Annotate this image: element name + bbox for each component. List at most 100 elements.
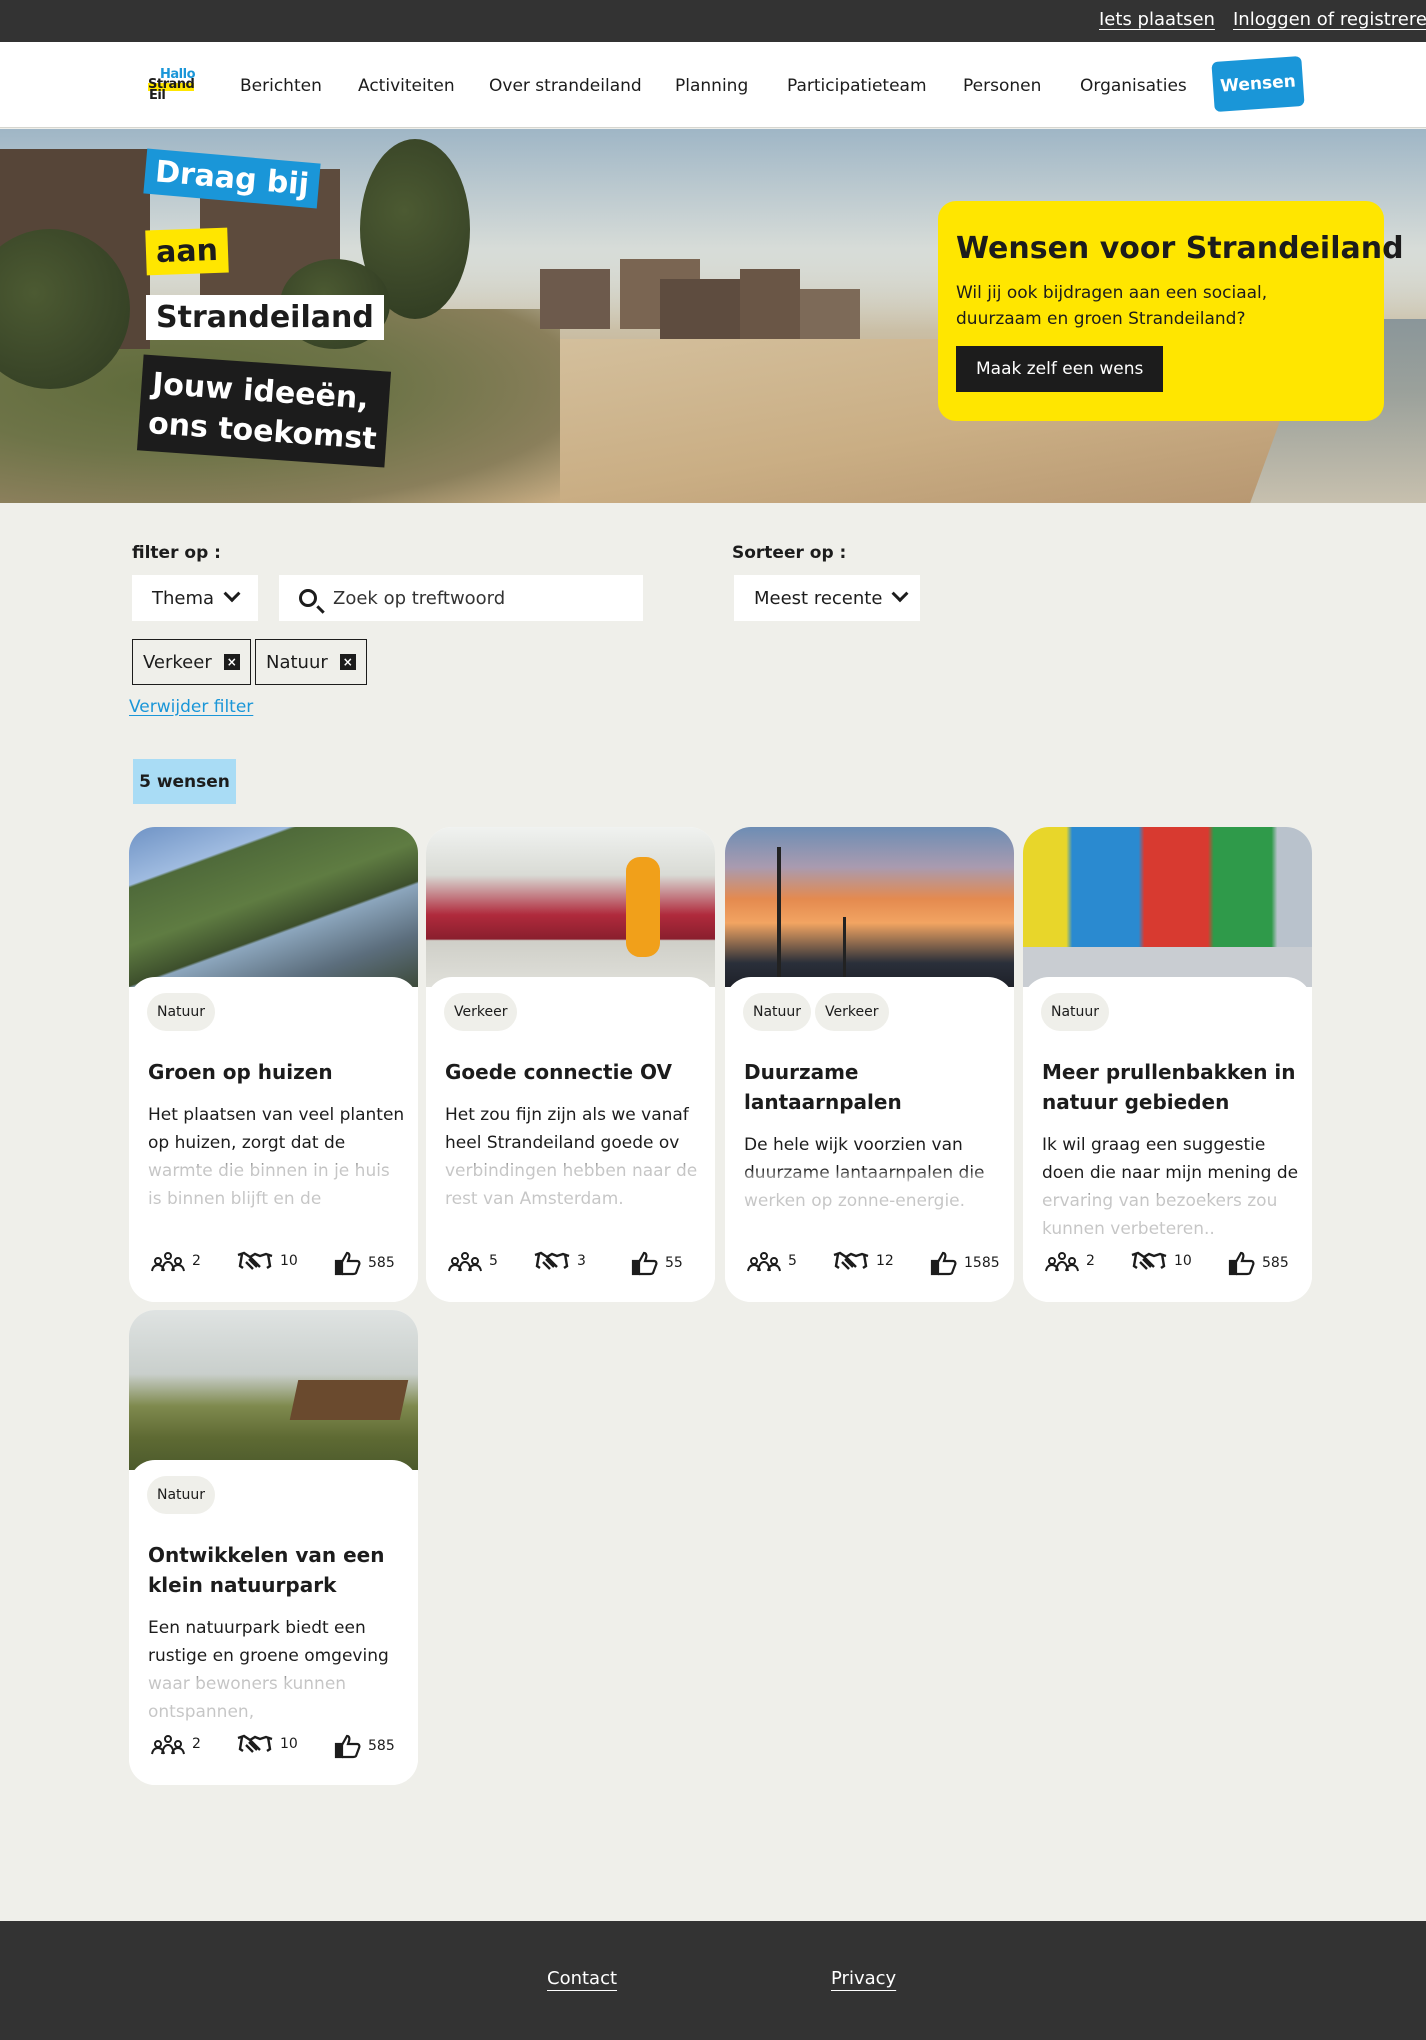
category-tag: Verkeer	[444, 993, 518, 1031]
filter-label: filter op :	[132, 543, 221, 563]
card-body: Verkeer Goede connectie OV Het zou fijn …	[426, 977, 715, 1302]
post-link[interactable]: Iets plaatsen	[1099, 9, 1215, 30]
nav-over-strandeiland[interactable]: Over strandeiland	[489, 76, 642, 96]
park-bench	[289, 1380, 409, 1420]
handshake-icon	[534, 1251, 570, 1270]
main-nav: Hallo Strand Eil Berichten Activiteiten …	[0, 42, 1426, 128]
partners-count: 10	[280, 1253, 298, 1269]
nav-organisaties[interactable]: Organisaties	[1080, 76, 1187, 96]
handshake-icon	[237, 1734, 273, 1753]
hero-building	[660, 279, 740, 339]
theme-dropdown[interactable]: Thema	[132, 575, 258, 621]
search-input[interactable]: Zoek op treftwoord	[279, 575, 643, 621]
wish-card[interactable]: Natuur Groen op huizen Het plaatsen van …	[129, 827, 418, 1302]
make-wish-button[interactable]: Maak zelf een wens	[956, 346, 1164, 392]
card-body: Natuur Ontwikkelen van een klein natuurp…	[129, 1460, 418, 1785]
card-title: Groen op huizen	[148, 1060, 333, 1084]
partners-stat: 10	[236, 1733, 298, 1755]
partners-stat: 3	[533, 1250, 586, 1272]
likes-stat[interactable]: 55	[631, 1250, 683, 1276]
people-icon	[1045, 1252, 1079, 1272]
category-row: Natuur	[147, 1476, 216, 1514]
privacy-link[interactable]: Privacy	[831, 1968, 896, 1989]
nav-participatieteam[interactable]: Participatieteam	[787, 76, 927, 96]
sort-label: Sorteer op :	[732, 543, 847, 563]
thumbs-up-icon	[631, 1251, 658, 1276]
card-text: Ik wil graag een suggestie doen die naar…	[1042, 1135, 1299, 1239]
people-icon	[151, 1252, 185, 1272]
category-tag: Verkeer	[815, 993, 889, 1031]
nav-personen[interactable]: Personen	[963, 76, 1041, 96]
card-title: Duurzame lantaarnpalen	[744, 1060, 902, 1114]
hero-wish-card: Wensen voor Strandeiland Wil jij ook bij…	[938, 201, 1404, 421]
reset-filter-link[interactable]: Verwijder filter	[129, 697, 253, 717]
nav-berichten[interactable]: Berichten	[240, 76, 322, 96]
close-icon[interactable]: ×	[339, 654, 356, 670]
lamp-post	[843, 917, 846, 977]
filter-chip-natuur[interactable]: Natuur ×	[255, 639, 367, 685]
nav-wensen-active[interactable]: Wensen	[1211, 55, 1305, 113]
likes-stat[interactable]: 1585	[930, 1250, 1000, 1276]
category-tag: Natuur	[147, 993, 216, 1031]
card-text: De hele wijk voorzien van duurzame lanta…	[744, 1135, 985, 1211]
site-logo[interactable]: Hallo Strand Eil	[147, 66, 201, 104]
nav-activiteiten[interactable]: Activiteiten	[358, 76, 455, 96]
category-row: Verkeer	[444, 993, 518, 1031]
search-icon	[299, 589, 317, 607]
filter-chip-verkeer[interactable]: Verkeer ×	[132, 639, 251, 685]
card-body: Natuur Verkeer Duurzame lantaarnpalen De…	[725, 977, 1014, 1302]
wish-card[interactable]: Natuur Verkeer Duurzame lantaarnpalen De…	[725, 827, 1014, 1302]
participants-count: 5	[489, 1253, 498, 1269]
participants-stat: 2	[150, 1733, 201, 1755]
search-placeholder: Zoek op treftwoord	[333, 587, 506, 609]
contact-link[interactable]: Contact	[547, 1968, 617, 1989]
card-body: Natuur Meer prullenbakken in natuur gebi…	[1023, 977, 1312, 1302]
likes-stat[interactable]: 585	[334, 1250, 395, 1276]
hero-text: Wil jij ook bijdragen aan een sociaal, d…	[956, 283, 1268, 329]
hero-tag-3: Strandeiland	[146, 295, 384, 340]
partners-count: 10	[280, 1736, 298, 1752]
category-tag: Natuur	[1041, 993, 1110, 1031]
card-text: Het zou fijn zijn als we vanaf heel Stra…	[445, 1105, 698, 1209]
hero-banner: Draag bij aan Strandeiland Jouw ideeën, …	[0, 129, 1426, 503]
hero-title: Wensen voor Strandeiland	[956, 231, 1404, 266]
nav-planning[interactable]: Planning	[675, 76, 748, 96]
chevron-down-icon	[223, 585, 241, 603]
wish-card[interactable]: Verkeer Goede connectie OV Het zou fijn …	[426, 827, 715, 1302]
thumbs-up-icon	[334, 1734, 361, 1759]
close-icon[interactable]: ×	[223, 654, 240, 670]
wish-card[interactable]: Natuur Ontwikkelen van een klein natuurp…	[129, 1310, 418, 1785]
hero-building	[740, 269, 800, 339]
card-title: Ontwikkelen van een klein natuurpark	[148, 1543, 385, 1597]
top-bar: Iets plaatsen Inloggen of registreren	[0, 0, 1426, 42]
theme-dropdown-label: Thema	[152, 587, 215, 609]
footer: Contact Privacy	[0, 1921, 1426, 2040]
card-stats: 2 10 585	[150, 1250, 400, 1278]
sort-dropdown[interactable]: Meest recente	[734, 575, 920, 621]
likes-count: 585	[368, 1738, 395, 1754]
card-text: Het plaatsen van veel planten op huizen,…	[148, 1105, 405, 1209]
participants-count: 2	[1086, 1253, 1095, 1269]
people-icon	[151, 1735, 185, 1755]
wish-card[interactable]: Natuur Meer prullenbakken in natuur gebi…	[1023, 827, 1312, 1302]
category-row: Natuur	[147, 993, 216, 1031]
likes-stat[interactable]: 585	[334, 1733, 395, 1759]
participants-count: 2	[192, 1736, 201, 1752]
hero-tag-2: aan	[145, 227, 229, 276]
handshake-icon	[237, 1251, 273, 1270]
partners-stat: 12	[832, 1250, 894, 1272]
login-link[interactable]: Inloggen of registreren	[1233, 9, 1426, 30]
lamp-post	[777, 847, 781, 977]
participants-count: 5	[788, 1253, 797, 1269]
likes-stat[interactable]: 585	[1228, 1250, 1289, 1276]
people-icon	[448, 1252, 482, 1272]
category-row: Natuur	[1041, 993, 1110, 1031]
likes-count: 1585	[964, 1255, 1000, 1271]
card-title: Goede connectie OV	[445, 1060, 672, 1084]
card-image-train-platform	[426, 827, 715, 987]
partners-stat: 10	[236, 1250, 298, 1272]
card-title: Meer prullenbakken in natuur gebieden	[1042, 1060, 1296, 1114]
likes-count: 585	[1262, 1255, 1289, 1271]
card-stats: 2 10 585	[1044, 1250, 1294, 1278]
card-stats: 5 3 55	[447, 1250, 697, 1278]
